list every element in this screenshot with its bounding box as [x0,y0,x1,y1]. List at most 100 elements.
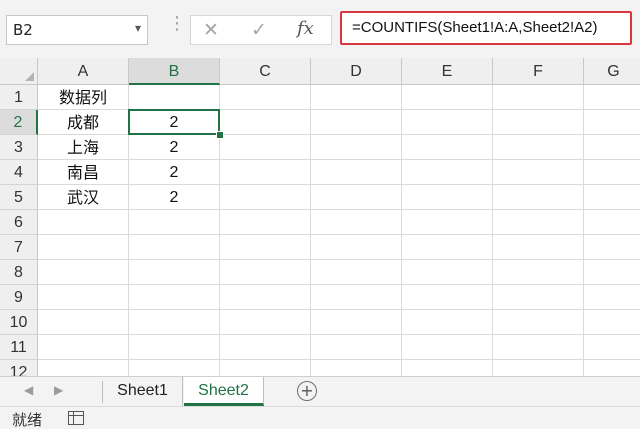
cell-c2[interactable] [220,110,311,135]
cell-f4[interactable] [493,160,584,185]
cell-d6[interactable] [311,210,402,235]
row-header-7[interactable]: 7 [0,235,38,260]
cell-a6[interactable] [38,210,129,235]
cell-b3[interactable]: 2 [129,135,220,160]
fill-handle[interactable] [216,131,224,139]
cell-c10[interactable] [220,310,311,335]
column-header-b[interactable]: B [129,58,220,85]
chevron-down-icon[interactable]: ▾ [135,21,141,35]
cell-d2[interactable] [311,110,402,135]
row-header-8[interactable]: 8 [0,260,38,285]
cell-b2[interactable]: 2 [129,110,220,135]
cancel-icon[interactable]: ✕ [203,19,219,41]
cell-a4[interactable]: 南昌 [38,160,129,185]
cell-a2[interactable]: 成都 [38,110,129,135]
column-header-c[interactable]: C [220,58,311,85]
insert-function-icon[interactable]: fx [297,18,314,39]
cell-b4[interactable]: 2 [129,160,220,185]
cell-a3[interactable]: 上海 [38,135,129,160]
cell-a7[interactable] [38,235,129,260]
cell-f1[interactable] [493,85,584,110]
cell-f8[interactable] [493,260,584,285]
cell-g5[interactable] [584,185,640,210]
sheet-tab-sheet1[interactable]: Sheet1 [103,377,183,406]
cell-c8[interactable] [220,260,311,285]
cell-f5[interactable] [493,185,584,210]
cell-e1[interactable] [402,85,493,110]
cell-a11[interactable] [38,335,129,360]
cell-e8[interactable] [402,260,493,285]
cell-c9[interactable] [220,285,311,310]
cell-f2[interactable] [493,110,584,135]
cell-a10[interactable] [38,310,129,335]
cell-g7[interactable] [584,235,640,260]
cell-f10[interactable] [493,310,584,335]
cell-d3[interactable] [311,135,402,160]
scroll-tabs-right-icon[interactable]: ▶ [54,383,63,397]
cell-d10[interactable] [311,310,402,335]
row-header-2[interactable]: 2 [0,110,38,135]
cell-d11[interactable] [311,335,402,360]
cell-f6[interactable] [493,210,584,235]
cell-f3[interactable] [493,135,584,160]
cell-d1[interactable] [311,85,402,110]
column-header-a[interactable]: A [38,58,129,85]
cell-g3[interactable] [584,135,640,160]
cell-a9[interactable] [38,285,129,310]
cell-e3[interactable] [402,135,493,160]
row-header-10[interactable]: 10 [0,310,38,335]
cell-g8[interactable] [584,260,640,285]
cell-c5[interactable] [220,185,311,210]
cell-c4[interactable] [220,160,311,185]
row-header-11[interactable]: 11 [0,335,38,360]
row-header-4[interactable]: 4 [0,160,38,185]
row-header-1[interactable]: 1 [0,85,38,110]
cell-c1[interactable] [220,85,311,110]
column-header-e[interactable]: E [402,58,493,85]
cell-e4[interactable] [402,160,493,185]
cell-f9[interactable] [493,285,584,310]
row-header-9[interactable]: 9 [0,285,38,310]
cell-b6[interactable] [129,210,220,235]
enter-icon[interactable]: ✓ [251,19,267,41]
cell-a8[interactable] [38,260,129,285]
cell-g6[interactable] [584,210,640,235]
row-header-3[interactable]: 3 [0,135,38,160]
cell-e5[interactable] [402,185,493,210]
cell-d7[interactable] [311,235,402,260]
cell-d8[interactable] [311,260,402,285]
formula-input[interactable]: =COUNTIFS(Sheet1!A:A,Sheet2!A2) [340,11,632,45]
row-header-6[interactable]: 6 [0,210,38,235]
cell-g1[interactable] [584,85,640,110]
cell-b10[interactable] [129,310,220,335]
cell-a1[interactable]: 数据列 [38,85,129,110]
cell-g10[interactable] [584,310,640,335]
cell-c7[interactable] [220,235,311,260]
column-header-g[interactable]: G [584,58,640,85]
cell-c3[interactable] [220,135,311,160]
add-sheet-icon[interactable]: + [297,381,317,401]
vertical-dots-icon[interactable]: ⋮ [168,13,186,34]
cell-b11[interactable] [129,335,220,360]
spreadsheet-grid[interactable]: A B C D E F G 1 数据列 2 成都 2 3 上海 2 4 南昌 2 5 武汉 2 6 7 8 9 10 11 12 [0,58,640,385]
cell-b5[interactable]: 2 [129,185,220,210]
cell-d4[interactable] [311,160,402,185]
cell-f11[interactable] [493,335,584,360]
cell-b8[interactable] [129,260,220,285]
row-header-5[interactable]: 5 [0,185,38,210]
scroll-tabs-left-icon[interactable]: ◀ [24,383,33,397]
cell-e10[interactable] [402,310,493,335]
cell-e6[interactable] [402,210,493,235]
cell-e7[interactable] [402,235,493,260]
macro-record-icon[interactable] [68,411,84,425]
cell-g4[interactable] [584,160,640,185]
cell-c11[interactable] [220,335,311,360]
cell-g9[interactable] [584,285,640,310]
cell-e9[interactable] [402,285,493,310]
cell-f7[interactable] [493,235,584,260]
cell-d5[interactable] [311,185,402,210]
name-box[interactable]: B2 ▾ [6,15,148,45]
select-all-corner[interactable] [0,58,38,85]
column-header-d[interactable]: D [311,58,402,85]
column-header-f[interactable]: F [493,58,584,85]
